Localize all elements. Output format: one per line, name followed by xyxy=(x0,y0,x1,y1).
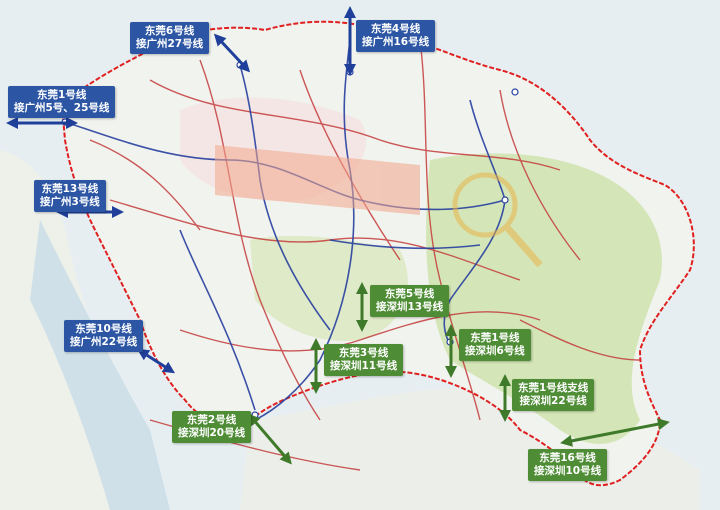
label-line16-link: 接深圳10号线 xyxy=(534,465,602,477)
label-line2-link: 接深圳20号线 xyxy=(178,427,246,439)
label-line4-name: 东莞4号线 xyxy=(370,23,421,35)
label-line2-name: 东莞2号线 xyxy=(186,414,237,426)
label-line10-link: 接广州22号线 xyxy=(70,336,138,348)
label-line1-branch-link: 接深圳22号线 xyxy=(519,395,587,407)
label-line16-name: 东莞16号线 xyxy=(539,452,596,464)
label-line5-name: 东莞5号线 xyxy=(384,288,435,300)
label-line1-branch-name: 东莞1号线支线 xyxy=(518,382,589,394)
label-line13-link: 接广州3号线 xyxy=(40,196,100,208)
label-line6: 东莞6号线 接广州27号线 xyxy=(130,22,210,54)
label-line1-sz-name: 东莞1号线 xyxy=(470,332,520,344)
label-line1-gz-name: 东莞1号线 xyxy=(37,89,87,101)
map-canvas: 东莞6号线 接广州27号线 东莞4号线 接广州16号线 东莞1号线 接广州5号、… xyxy=(0,0,720,510)
label-line3-name: 东莞3号线 xyxy=(338,347,389,359)
label-line5: 东莞5号线 接深圳13号线 xyxy=(370,285,450,317)
label-line3-link: 接深圳11号线 xyxy=(330,360,398,372)
label-line1-sz: 东莞1号线 接深圳6号线 xyxy=(459,329,531,361)
label-line5-link: 接深圳13号线 xyxy=(376,301,444,313)
label-line4: 东莞4号线 接广州16号线 xyxy=(356,20,436,52)
label-line1-branch: 东莞1号线支线 接深圳22号线 xyxy=(512,379,595,411)
metro-network-map xyxy=(0,0,720,510)
label-line1-gz: 东莞1号线 接广州5号、25号线 xyxy=(8,86,116,118)
label-line1-sz-link: 接深圳6号线 xyxy=(465,345,525,357)
label-line2: 东莞2号线 接深圳20号线 xyxy=(172,411,252,443)
label-line1-gz-link: 接广州5号、25号线 xyxy=(14,102,110,114)
label-line10: 东莞10号线 接广州22号线 xyxy=(64,320,144,352)
label-line13: 东莞13号线 接广州3号线 xyxy=(34,180,106,212)
label-line4-link: 接广州16号线 xyxy=(362,36,430,48)
label-line6-link: 接广州27号线 xyxy=(136,38,204,50)
label-line6-name: 东莞6号线 xyxy=(144,25,195,37)
label-line10-name: 东莞10号线 xyxy=(75,323,132,335)
label-line16: 东莞16号线 接深圳10号线 xyxy=(528,449,608,481)
label-line3: 东莞3号线 接深圳11号线 xyxy=(324,344,404,376)
label-line13-name: 东莞13号线 xyxy=(41,183,99,195)
